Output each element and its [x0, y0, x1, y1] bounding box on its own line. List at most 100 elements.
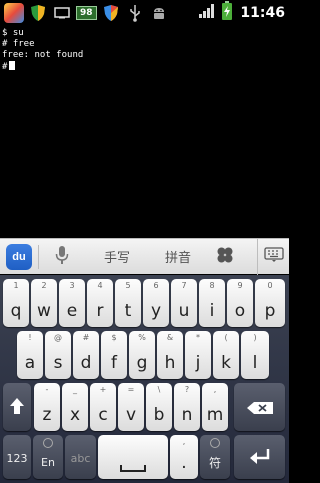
key-sub-label: # — [82, 333, 90, 342]
shift-arrow-icon — [9, 397, 25, 419]
key-t[interactable]: 5t — [115, 279, 141, 327]
period-key[interactable]: ,. — [170, 435, 198, 479]
key-label: x — [69, 405, 81, 425]
key-e[interactable]: 3e — [59, 279, 85, 327]
key-r[interactable]: 4r — [87, 279, 113, 327]
key-label: 符 — [208, 456, 221, 470]
usb-icon — [125, 3, 145, 23]
key-o[interactable]: 9o — [227, 279, 253, 327]
key-label: w — [37, 301, 51, 321]
key-label: z — [42, 405, 52, 425]
battery-badge-text: 98 — [80, 8, 93, 18]
key-label: v — [125, 405, 137, 425]
key-m[interactable]: ,m — [202, 383, 228, 431]
terminal-line: # free — [2, 39, 35, 49]
key-u[interactable]: 7u — [171, 279, 197, 327]
clock: 11:46 — [240, 5, 285, 21]
key-label: 123 — [6, 452, 28, 465]
key-sub-label: * — [196, 333, 200, 342]
key-sub-label: _ — [73, 385, 77, 394]
language-key[interactable]: En — [33, 435, 63, 479]
voice-input-button[interactable] — [39, 239, 85, 275]
hide-keyboard-button[interactable] — [257, 238, 289, 275]
key-c[interactable]: + c — [90, 383, 116, 431]
key-p[interactable]: 0p — [255, 279, 285, 327]
pinyin-button[interactable]: 拼音 — [149, 239, 207, 275]
baidu-ime-logo-button[interactable]: du — [6, 243, 32, 270]
microphone-icon — [55, 245, 69, 269]
key-label: o — [234, 301, 246, 321]
globe-icon — [43, 438, 53, 448]
key-sub-label: 0 — [267, 281, 273, 290]
key-k[interactable]: (k — [213, 331, 239, 379]
key-label: q — [10, 301, 22, 321]
key-sub-label: 5 — [125, 281, 131, 290]
key-a[interactable]: ! a — [17, 331, 43, 379]
more-options-button[interactable] — [207, 239, 243, 275]
key-i[interactable]: 8i — [199, 279, 225, 327]
terminal-prompt: # — [2, 62, 8, 72]
key-sub-label: $ — [111, 333, 117, 342]
key-w[interactable]: 2w — [31, 279, 57, 327]
key-y[interactable]: 6y — [143, 279, 169, 327]
shift-key[interactable] — [3, 383, 31, 431]
key-s[interactable]: @ s — [45, 331, 71, 379]
key-label: d — [80, 353, 92, 373]
text-cursor — [9, 61, 16, 70]
key-f[interactable]: $ f — [101, 331, 127, 379]
key-label: l — [252, 353, 258, 373]
abc-key[interactable]: abc — [65, 435, 96, 479]
enter-arrow-icon — [249, 448, 271, 470]
key-sub-label: 4 — [97, 281, 103, 290]
key-g[interactable]: % g — [129, 331, 155, 379]
key-label: i — [209, 301, 215, 321]
battery-charging-icon — [221, 1, 233, 25]
key-sub-label: , — [213, 385, 217, 394]
key-label: b — [153, 405, 165, 425]
emoticon-icon — [210, 438, 220, 448]
key-h[interactable]: & h — [157, 331, 183, 379]
clover-icon — [216, 246, 234, 268]
key-sub-label: % — [138, 333, 146, 342]
key-sub-label: & — [166, 333, 174, 342]
key-d[interactable]: # d — [73, 331, 99, 379]
key-label: g — [136, 353, 148, 373]
key-label: . — [181, 453, 187, 473]
key-sub-label: ! — [28, 333, 32, 342]
backspace-key[interactable] — [234, 383, 285, 431]
key-label: r — [96, 301, 104, 321]
symbol-key[interactable]: 符 — [200, 435, 230, 479]
key-label: k — [221, 353, 231, 373]
key-b[interactable]: \ b — [146, 383, 172, 431]
key-sub-label: , — [182, 437, 186, 446]
key-label: m — [206, 405, 224, 425]
key-label: En — [41, 456, 55, 469]
key-label: f — [111, 353, 117, 373]
terminal-output[interactable]: $ su # free free: not found # — [0, 26, 289, 236]
key-label: a — [24, 353, 36, 373]
numbers-key[interactable]: 123 — [3, 435, 31, 479]
key-v[interactable]: = v — [118, 383, 144, 431]
signal-icon — [198, 3, 216, 23]
space-key[interactable] — [98, 435, 168, 479]
backspace-icon — [246, 400, 274, 419]
soft-keyboard: 1q 2w 3e 4r 5t 6y 7u 8i 9o 0p ! a @ s # d $… — [0, 275, 289, 483]
key-x[interactable]: _ x — [62, 383, 88, 431]
key-label: p — [264, 301, 276, 321]
key-n[interactable]: ? n — [174, 383, 200, 431]
key-z[interactable]: -z — [34, 383, 60, 431]
key-sub-label: - — [45, 385, 49, 394]
key-j[interactable]: * j — [185, 331, 211, 379]
key-l[interactable]: ) l — [241, 331, 269, 379]
key-q[interactable]: 1q — [3, 279, 29, 327]
shield-icon — [28, 3, 48, 23]
handwriting-button[interactable]: 手写 — [85, 239, 149, 275]
key-label: s — [53, 353, 63, 373]
enter-key[interactable] — [234, 435, 285, 479]
key-label: e — [66, 301, 78, 321]
key-sub-label: @ — [54, 333, 62, 342]
security-shield-icon — [101, 3, 121, 23]
key-sub-label: ( — [224, 333, 228, 342]
terminal-line: free: not found — [2, 50, 84, 60]
key-sub-label: 9 — [237, 281, 243, 290]
